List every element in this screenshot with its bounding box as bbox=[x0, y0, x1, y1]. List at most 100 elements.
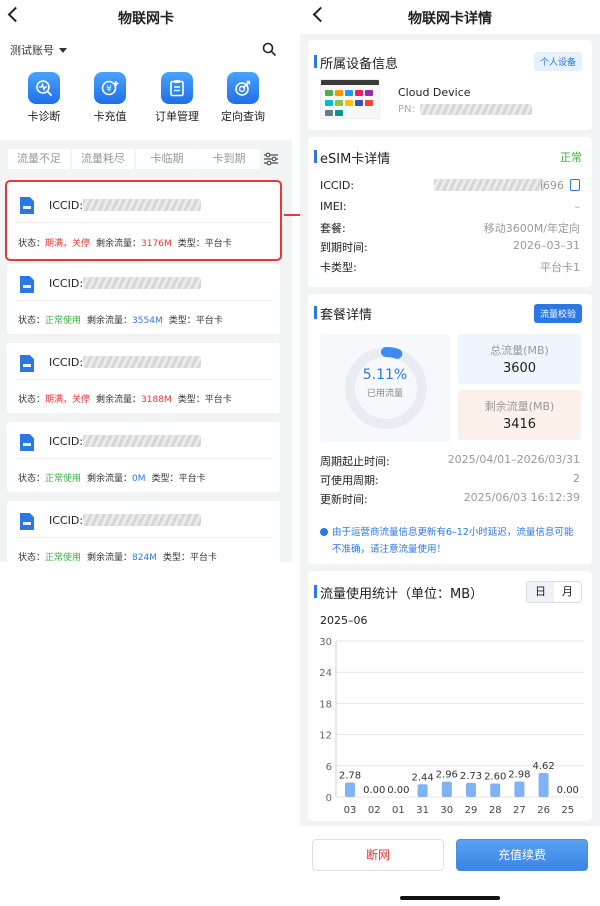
card-list-screen: 物联网卡 测试账号 卡诊断 ¥ 卡充值 订单管理 定向查询 流量不足 流量耗尽 … bbox=[0, 0, 292, 563]
card-meta: 状态：期满，关停 剩余流量：3188M 类型：平台卡 bbox=[18, 392, 232, 405]
toggle-day[interactable]: 日 bbox=[527, 582, 554, 602]
sim-card-item[interactable]: ICCID: 状态：正常使用 剩余流量：0M 类型：平台卡 bbox=[7, 422, 280, 492]
imei-key: IMEI: bbox=[320, 200, 347, 213]
remaining-label: 剩余流量： bbox=[87, 474, 133, 484]
copy-icon[interactable] bbox=[570, 179, 580, 191]
total-data-label: 总流量(MB) bbox=[490, 344, 549, 357]
status-label: 状态： bbox=[18, 553, 46, 563]
used-label: 已用流量 bbox=[366, 389, 403, 399]
account-selector[interactable]: 测试账号 bbox=[10, 42, 67, 58]
available-cycles-value: 2 bbox=[573, 472, 580, 485]
search-icon[interactable] bbox=[262, 42, 276, 56]
bar-value-label: 2.96 bbox=[436, 770, 458, 781]
filter-card-expiring[interactable]: 卡临期 bbox=[136, 149, 198, 169]
card-detail-screen: 物联网卡详情 所属设备信息 个人设备 Cloud Device PN: eSIM… bbox=[300, 0, 600, 906]
remaining-data-label: 剩余流量(MB) bbox=[484, 400, 555, 413]
iccid-redacted bbox=[83, 514, 201, 526]
iccid-redacted bbox=[434, 179, 544, 191]
chart-period: 2025–06 bbox=[320, 614, 368, 627]
cycle-key: 周期起止时间: bbox=[320, 455, 390, 468]
bar-value-label: 4.62 bbox=[532, 761, 554, 772]
type-value: 平台卡 bbox=[204, 239, 232, 249]
delay-notice: 由于运营商流量信息更新有6–12小时延迟，流量信息可能不准确，请注意流量使用！ bbox=[332, 527, 574, 555]
action-order-management[interactable]: 订单管理 bbox=[147, 72, 207, 124]
data-verify-button[interactable]: 流量校验 bbox=[533, 304, 582, 323]
section-title: eSIM卡详情 bbox=[313, 148, 390, 167]
action-targeted-query[interactable]: 定向查询 bbox=[213, 72, 273, 124]
bar-value-label: 0.00 bbox=[387, 785, 409, 796]
divider bbox=[15, 379, 272, 380]
filter-settings-icon[interactable] bbox=[263, 152, 279, 166]
recharge-renew-button[interactable]: 充值续费 bbox=[456, 839, 588, 871]
bar-value-label: 2.73 bbox=[460, 771, 482, 782]
device-pn-label: PN: bbox=[398, 104, 415, 115]
filter-low-data[interactable]: 流量不足 bbox=[8, 149, 70, 169]
section-title: 所属设备信息 bbox=[313, 53, 398, 72]
filter-card-expired[interactable]: 卡到期 bbox=[198, 149, 260, 169]
divider bbox=[15, 300, 272, 301]
status-value: 正常使用 bbox=[45, 553, 82, 563]
type-label: 类型： bbox=[177, 239, 205, 249]
remaining-label: 剩余流量： bbox=[96, 239, 142, 249]
personal-device-tag[interactable]: 个人设备 bbox=[533, 52, 582, 71]
bar-26 bbox=[538, 772, 549, 797]
bar-29 bbox=[466, 782, 476, 797]
bar-27 bbox=[514, 781, 525, 797]
action-card-recharge[interactable]: ¥ 卡充值 bbox=[80, 72, 140, 124]
section-title: 流量使用统计（单位：MB） bbox=[313, 583, 483, 602]
home-indicator[interactable] bbox=[400, 896, 500, 900]
iccid-redacted bbox=[83, 277, 201, 289]
disconnect-button[interactable]: 断网 bbox=[312, 839, 444, 871]
status-label: 状态： bbox=[18, 395, 46, 405]
sim-card-item[interactable]: ICCID: 状态：正常使用 剩余流量：824M 类型：平台卡 bbox=[7, 501, 280, 563]
bar-value-label: 2.98 bbox=[508, 770, 530, 781]
toggle-month[interactable]: 月 bbox=[554, 582, 581, 602]
x-tick-label: 30 bbox=[440, 805, 453, 816]
iccid-value: i696 bbox=[539, 179, 564, 192]
sim-card-icon bbox=[20, 276, 34, 293]
remaining-value: 0M bbox=[132, 474, 146, 484]
status-label: 状态： bbox=[18, 316, 46, 326]
update-time-value: 2025/06/03 16:12:39 bbox=[463, 491, 580, 504]
y-tick-label: 30 bbox=[319, 637, 332, 648]
card-type-key: 卡类型: bbox=[320, 261, 357, 274]
nav-bar: 物联网卡详情 bbox=[300, 0, 600, 34]
package-detail-panel: 套餐详情 流量校验 5.11% 已用流量 总流量(MB) 3600 剩余流量(M… bbox=[308, 294, 592, 564]
action-label: 卡充值 bbox=[93, 110, 127, 123]
iccid-key: ICCID: bbox=[320, 179, 355, 192]
status-value: 正常使用 bbox=[45, 316, 82, 326]
remaining-label: 剩余流量： bbox=[87, 316, 133, 326]
y-tick-label: 24 bbox=[319, 668, 332, 679]
nav-bar: 物联网卡 bbox=[0, 0, 292, 34]
x-tick-label: 25 bbox=[561, 805, 574, 816]
status-value: 期满，关停 bbox=[45, 239, 91, 249]
sim-card-icon bbox=[20, 197, 34, 214]
sim-card-item[interactable]: ICCID: 状态：期满，关停 剩余流量：3188M 类型：平台卡 bbox=[7, 343, 280, 413]
page-title: 物联网卡详情 bbox=[408, 11, 492, 27]
total-data-value: 3600 bbox=[502, 361, 537, 376]
x-tick-label: 26 bbox=[537, 805, 550, 816]
package-value: 移动3600M/年定向 bbox=[483, 222, 580, 235]
package-key: 套餐: bbox=[320, 222, 346, 235]
x-tick-label: 29 bbox=[465, 805, 478, 816]
remaining-data-box: 剩余流量(MB) 3416 bbox=[458, 390, 581, 440]
remaining-label: 剩余流量： bbox=[96, 395, 142, 405]
bar-value-label: 0.00 bbox=[363, 785, 385, 796]
cycle-value: 2025/04/01–2026/03/31 bbox=[447, 453, 580, 466]
type-label: 类型： bbox=[151, 474, 179, 484]
divider bbox=[15, 222, 272, 223]
status-value: 期满，关停 bbox=[45, 395, 91, 405]
bar-value-label: 2.44 bbox=[411, 772, 433, 783]
sim-card-item[interactable]: ICCID: 状态：正常使用 剩余流量：3554M 类型：平台卡 bbox=[7, 264, 280, 334]
sim-card-item-selected[interactable]: ICCID: 状态：期满，关停 剩余流量：3176M 类型：平台卡 bbox=[5, 180, 282, 261]
divider bbox=[15, 458, 272, 459]
action-card-diagnosis[interactable]: 卡诊断 bbox=[14, 72, 74, 124]
device-info-panel: 所属设备信息 个人设备 Cloud Device PN: bbox=[308, 40, 592, 130]
caret-down-icon bbox=[59, 48, 67, 53]
iccid-label: ICCID: bbox=[49, 435, 84, 448]
type-value: 平台卡 bbox=[204, 395, 232, 405]
screen: 物联网卡 测试账号 卡诊断 ¥ 卡充值 订单管理 定向查询 流量不足 流量耗尽 … bbox=[0, 0, 600, 906]
remaining-value: 3176M bbox=[141, 239, 172, 249]
filter-data-exhausted[interactable]: 流量耗尽 bbox=[72, 149, 134, 169]
used-percent: 5.11% bbox=[362, 367, 408, 383]
